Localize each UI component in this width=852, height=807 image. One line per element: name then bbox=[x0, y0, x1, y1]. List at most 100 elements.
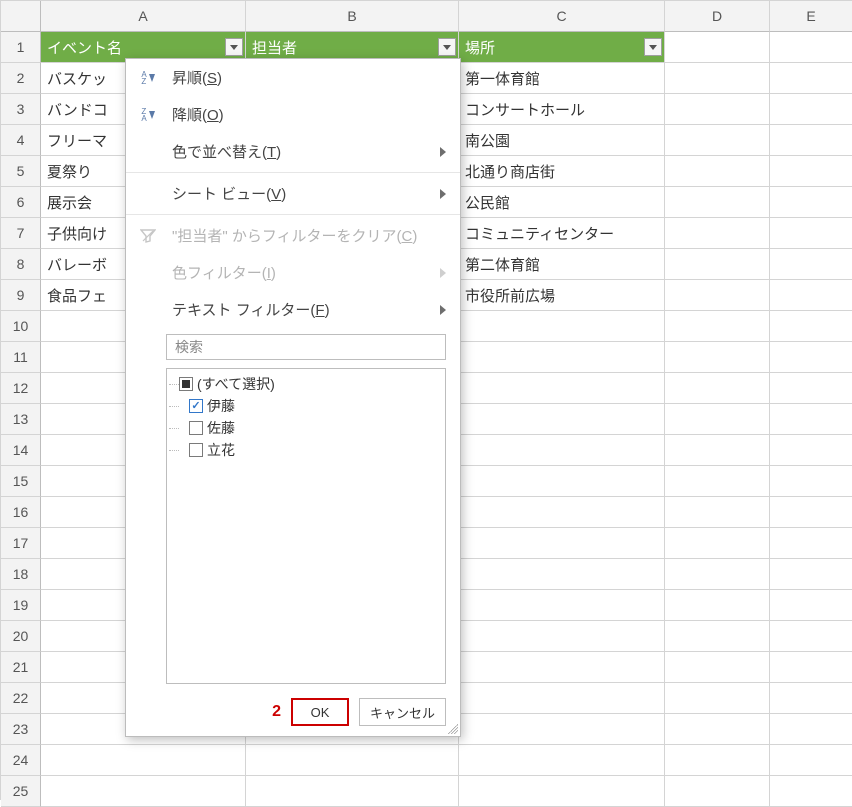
cell[interactable] bbox=[665, 745, 770, 776]
cell[interactable] bbox=[770, 249, 852, 280]
cell[interactable]: 南公園 bbox=[459, 125, 665, 156]
cell[interactable] bbox=[246, 776, 459, 807]
cell[interactable]: 第二体育館 bbox=[459, 249, 665, 280]
column-header[interactable]: C bbox=[459, 1, 665, 32]
row-header[interactable]: 20 bbox=[1, 621, 41, 652]
cell[interactable] bbox=[665, 435, 770, 466]
cancel-button[interactable]: キャンセル bbox=[359, 698, 446, 726]
cell[interactable] bbox=[459, 497, 665, 528]
sort-descending-menuitem[interactable]: 降順(O) bbox=[126, 96, 460, 133]
cell[interactable] bbox=[665, 94, 770, 125]
cell[interactable] bbox=[459, 590, 665, 621]
cell[interactable] bbox=[770, 156, 852, 187]
cell[interactable] bbox=[770, 590, 852, 621]
row-header[interactable]: 16 bbox=[1, 497, 41, 528]
cell[interactable] bbox=[665, 63, 770, 94]
cell[interactable] bbox=[665, 528, 770, 559]
cell[interactable] bbox=[770, 435, 852, 466]
cell[interactable] bbox=[665, 249, 770, 280]
cell[interactable] bbox=[770, 714, 852, 745]
row-header[interactable]: 12 bbox=[1, 373, 41, 404]
cell[interactable] bbox=[459, 683, 665, 714]
row-header[interactable]: 6 bbox=[1, 187, 41, 218]
cell[interactable] bbox=[459, 714, 665, 745]
cell[interactable] bbox=[770, 311, 852, 342]
row-header[interactable]: 9 bbox=[1, 280, 41, 311]
cell[interactable] bbox=[665, 187, 770, 218]
cell[interactable] bbox=[770, 466, 852, 497]
cell[interactable]: 公民館 bbox=[459, 187, 665, 218]
cell[interactable] bbox=[665, 280, 770, 311]
ok-button[interactable]: OK bbox=[291, 698, 349, 726]
cell[interactable] bbox=[665, 156, 770, 187]
cell[interactable] bbox=[246, 745, 459, 776]
row-header[interactable]: 1 bbox=[1, 32, 41, 63]
filter-value-item[interactable]: 立花 bbox=[171, 439, 441, 461]
checkbox-checked-icon[interactable] bbox=[189, 399, 203, 413]
sort-by-color-menuitem[interactable]: 色で並べ替え(T) bbox=[126, 133, 460, 170]
cell[interactable]: 北通り商店街 bbox=[459, 156, 665, 187]
row-header[interactable]: 21 bbox=[1, 652, 41, 683]
cell[interactable] bbox=[459, 652, 665, 683]
resize-grip-icon[interactable] bbox=[448, 724, 458, 734]
row-header[interactable]: 2 bbox=[1, 63, 41, 94]
column-header[interactable]: D bbox=[665, 1, 770, 32]
cell[interactable] bbox=[770, 621, 852, 652]
cell[interactable] bbox=[770, 497, 852, 528]
cell[interactable] bbox=[665, 218, 770, 249]
filter-search-input[interactable]: 検索 bbox=[166, 334, 446, 360]
cell[interactable] bbox=[459, 404, 665, 435]
checkbox-unchecked-icon[interactable] bbox=[189, 443, 203, 457]
cell[interactable]: 第一体育館 bbox=[459, 63, 665, 94]
row-header[interactable]: 22 bbox=[1, 683, 41, 714]
cell[interactable] bbox=[665, 683, 770, 714]
cell[interactable] bbox=[770, 280, 852, 311]
checkbox-mixed-icon[interactable] bbox=[179, 377, 193, 391]
cell[interactable] bbox=[770, 32, 852, 63]
row-header[interactable]: 18 bbox=[1, 559, 41, 590]
cell[interactable]: 市役所前広場 bbox=[459, 280, 665, 311]
cell[interactable] bbox=[770, 187, 852, 218]
cell[interactable] bbox=[770, 528, 852, 559]
cell[interactable] bbox=[770, 94, 852, 125]
row-header[interactable]: 19 bbox=[1, 590, 41, 621]
row-header[interactable]: 24 bbox=[1, 745, 41, 776]
cell[interactable]: コミュニティセンター bbox=[459, 218, 665, 249]
cell[interactable]: コンサートホール bbox=[459, 94, 665, 125]
cell[interactable] bbox=[665, 497, 770, 528]
cell[interactable] bbox=[459, 466, 665, 497]
cell[interactable] bbox=[770, 125, 852, 156]
text-filter-menuitem[interactable]: テキスト フィルター(F) bbox=[126, 291, 460, 328]
row-header[interactable]: 17 bbox=[1, 528, 41, 559]
column-header[interactable]: A bbox=[41, 1, 246, 32]
cell[interactable] bbox=[665, 776, 770, 807]
cell[interactable] bbox=[459, 528, 665, 559]
cell[interactable] bbox=[770, 404, 852, 435]
row-header[interactable]: 25 bbox=[1, 776, 41, 807]
cell[interactable] bbox=[665, 559, 770, 590]
cell[interactable] bbox=[41, 776, 246, 807]
cell[interactable] bbox=[770, 373, 852, 404]
row-header[interactable]: 8 bbox=[1, 249, 41, 280]
cell[interactable] bbox=[459, 745, 665, 776]
row-header[interactable]: 4 bbox=[1, 125, 41, 156]
cell[interactable] bbox=[459, 559, 665, 590]
column-header[interactable]: E bbox=[770, 1, 852, 32]
filter-value-item[interactable]: 伊藤 bbox=[171, 395, 441, 417]
cell[interactable] bbox=[459, 776, 665, 807]
cell[interactable] bbox=[665, 621, 770, 652]
column-header[interactable]: B bbox=[246, 1, 459, 32]
cell[interactable] bbox=[770, 745, 852, 776]
cell[interactable]: 場所 bbox=[459, 32, 665, 63]
cell[interactable] bbox=[665, 311, 770, 342]
cell[interactable] bbox=[665, 714, 770, 745]
cell[interactable] bbox=[665, 652, 770, 683]
row-header[interactable]: 10 bbox=[1, 311, 41, 342]
cell[interactable] bbox=[770, 342, 852, 373]
cell[interactable] bbox=[770, 776, 852, 807]
cell[interactable] bbox=[770, 559, 852, 590]
cell[interactable] bbox=[665, 590, 770, 621]
filter-dropdown-button[interactable] bbox=[225, 38, 243, 56]
cell[interactable] bbox=[459, 373, 665, 404]
checkbox-unchecked-icon[interactable] bbox=[189, 421, 203, 435]
